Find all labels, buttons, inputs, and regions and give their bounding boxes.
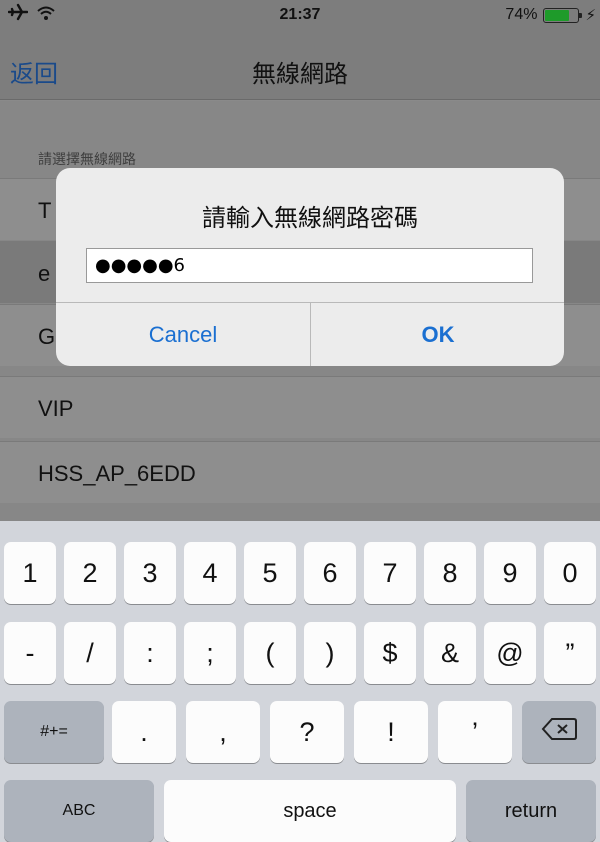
key-comma[interactable]: ,: [186, 701, 260, 763]
key-0[interactable]: 0: [544, 542, 596, 604]
battery-icon: [543, 7, 583, 23]
backspace-icon: [541, 717, 577, 748]
network-row[interactable]: HSS_AP_6EDD: [0, 441, 600, 503]
abc-key[interactable]: ABC: [4, 780, 154, 842]
section-header: 請選擇無線網路: [38, 151, 136, 167]
key-apostrophe[interactable]: ’: [438, 701, 512, 763]
charging-icon: ⚡: [585, 7, 596, 24]
key-quote[interactable]: ”: [544, 622, 596, 684]
key-semicolon[interactable]: ;: [184, 622, 236, 684]
network-name: T: [38, 198, 52, 223]
network-row[interactable]: VIP: [0, 376, 600, 438]
backspace-key[interactable]: [522, 701, 596, 763]
return-key[interactable]: return: [466, 780, 596, 842]
key-ampersand[interactable]: &: [424, 622, 476, 684]
key-hyphen[interactable]: -: [4, 622, 56, 684]
nav-bar: 返回 無線網路: [0, 30, 600, 100]
password-alert: 請輸入無線網路密碼 ●●●●●6 Cancel OK: [56, 168, 564, 366]
space-key[interactable]: space: [164, 780, 456, 842]
page-title: 無線網路: [252, 61, 348, 88]
key-8[interactable]: 8: [424, 542, 476, 604]
status-right: 74% ⚡: [505, 6, 596, 24]
keyboard: 1 2 3 4 5 6 7 8 9 0 - / : ; ( ) $ & @ ” …: [0, 521, 600, 842]
key-exclamation[interactable]: !: [354, 701, 428, 763]
network-name: e: [38, 261, 51, 286]
network-name: VIP: [38, 396, 74, 421]
key-question[interactable]: ?: [270, 701, 344, 763]
password-field[interactable]: ●●●●●6: [86, 248, 533, 283]
key-3[interactable]: 3: [124, 542, 176, 604]
key-symbols-toggle[interactable]: #+=: [4, 701, 104, 763]
ok-button[interactable]: OK: [311, 303, 564, 366]
key-close-paren[interactable]: ): [304, 622, 356, 684]
key-2[interactable]: 2: [64, 542, 116, 604]
network-name: HSS_AP_6EDD: [38, 461, 196, 486]
key-4[interactable]: 4: [184, 542, 236, 604]
key-6[interactable]: 6: [304, 542, 356, 604]
key-9[interactable]: 9: [484, 542, 536, 604]
key-at[interactable]: @: [484, 622, 536, 684]
key-colon[interactable]: :: [124, 622, 176, 684]
alert-title: 請輸入無線網路密碼: [202, 205, 418, 232]
key-open-paren[interactable]: (: [244, 622, 296, 684]
cancel-button[interactable]: Cancel: [56, 303, 310, 366]
network-name: G: [38, 324, 56, 349]
key-period[interactable]: .: [112, 701, 176, 763]
status-bar: 21:37 74% ⚡: [0, 0, 600, 30]
battery-percent: 74%: [505, 6, 538, 23]
key-1[interactable]: 1: [4, 542, 56, 604]
battery-fill: [545, 9, 569, 21]
key-slash[interactable]: /: [64, 622, 116, 684]
key-5[interactable]: 5: [244, 542, 296, 604]
key-dollar[interactable]: $: [364, 622, 416, 684]
key-7[interactable]: 7: [364, 542, 416, 604]
